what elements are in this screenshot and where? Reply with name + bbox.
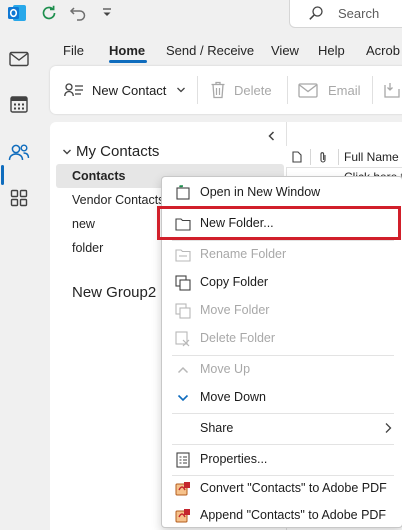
attachment-column-icon[interactable] [318,149,328,165]
move-folder-label: Move Folder [200,303,270,317]
properties-icon [175,452,191,468]
envelope-icon [298,82,318,98]
chevron-down-icon [62,148,72,156]
tab-file[interactable]: File [63,43,84,58]
new-contact-icon [64,82,84,98]
menu-item-open-new-window[interactable]: Open in New Window [162,180,402,206]
delete-folder-label: Delete Folder [200,331,276,345]
title-bar: Search [0,0,402,28]
outlook-logo-icon [6,2,28,24]
contact-group-new-group2[interactable]: New Group2 [72,284,156,301]
convert-pdf-label: Convert "Contacts" to Adobe PDF [200,481,387,495]
folder-item-contacts[interactable]: Contacts [72,169,125,183]
ribbon-tabs: File Home Send / Receive View Help Acrob [38,38,402,64]
menu-item-copy-folder[interactable]: Copy Folder [162,270,402,296]
folder-item-vendor-contacts[interactable]: Vendor Contacts [72,193,164,207]
menu-separator [172,355,394,356]
tab-acrobat[interactable]: Acrob [366,43,400,58]
menu-item-rename-folder[interactable]: Rename Folder [162,242,402,268]
rename-icon [175,247,191,263]
folder-item-folder[interactable]: folder [72,241,103,255]
rename-folder-label: Rename Folder [200,247,287,261]
email-label: Email [328,82,361,98]
chevron-down-icon [175,390,191,406]
tab-view[interactable]: View [271,43,299,58]
move-to-icon [383,81,401,99]
move-up-label: Move Up [200,362,251,376]
pdf-convert-icon [175,481,191,497]
mail-icon[interactable] [0,42,38,76]
new-contact-label: New Contact [92,82,167,98]
move-to-button[interactable] [383,66,401,114]
menu-item-share[interactable]: Share [162,416,402,442]
collapse-pane-icon[interactable] [266,130,278,142]
apps-icon[interactable] [0,181,38,215]
pdf-append-icon [175,508,191,524]
ribbon-toolbar: New Contact Delete Email [50,66,402,114]
delete-folder-icon [175,331,191,347]
menu-item-properties[interactable]: Properties... [162,447,402,473]
menu-item-append-pdf[interactable]: Append "Contacts" to Adobe PDF [162,503,402,529]
menu-item-move-up[interactable]: Move Up [162,357,402,383]
column-divider [310,149,311,165]
menu-item-move-down[interactable]: Move Down [162,385,402,411]
list-column-header: Full Name [286,146,402,168]
properties-label: Properties... [200,452,268,466]
share-label: Share [200,421,234,435]
search-placeholder: Search [338,6,380,21]
move-folder-icon [175,303,191,319]
new-folder-highlight-box [157,206,401,240]
my-contacts-label: My Contacts [76,143,160,160]
tab-send-receive[interactable]: Send / Receive [166,43,254,58]
open-new-window-label: Open in New Window [200,185,321,199]
tab-home[interactable]: Home [109,43,145,58]
menu-item-move-folder[interactable]: Move Folder [162,298,402,324]
active-tab-indicator [109,60,147,63]
calendar-icon[interactable] [0,87,38,121]
menu-item-label: Open in New Window [200,185,320,199]
email-button[interactable]: Email [298,66,361,114]
menu-separator [172,444,394,445]
ribbon-divider [197,76,198,104]
open-window-icon [175,185,191,201]
delete-label: Delete [234,82,272,98]
menu-item-convert-pdf[interactable]: Convert "Contacts" to Adobe PDF [162,476,402,502]
tab-help[interactable]: Help [318,43,345,58]
search-input[interactable]: Search [289,0,402,28]
move-down-label: Move Down [200,390,266,404]
menu-item-delete-folder[interactable]: Delete Folder [162,326,402,352]
undo-icon[interactable] [67,2,89,24]
copy-folder-icon [175,275,191,291]
ribbon-divider [287,76,288,104]
delete-button[interactable]: Delete [210,66,272,114]
chevron-down-icon[interactable] [176,86,186,94]
sync-icon[interactable] [38,2,60,24]
column-divider [338,149,339,165]
full-name-column-header[interactable]: Full Name [344,149,399,165]
copy-folder-label: Copy Folder [200,275,269,289]
chevron-right-icon [384,422,392,434]
search-icon [308,5,324,21]
menu-separator [172,413,394,414]
app-rail [0,28,38,530]
append-pdf-label: Append "Contacts" to Adobe PDF [200,508,387,522]
folder-item-new[interactable]: new [72,217,95,231]
people-icon[interactable] [0,136,38,170]
my-contacts-header[interactable]: My Contacts [62,143,159,160]
trash-icon [210,81,226,99]
quick-access-dropdown-icon[interactable] [96,2,118,24]
chevron-up-icon [175,362,191,378]
menu-separator [172,240,394,241]
item-type-column-icon[interactable] [292,149,302,165]
new-contact-button[interactable]: New Contact [64,66,186,114]
ribbon-divider [372,76,373,104]
